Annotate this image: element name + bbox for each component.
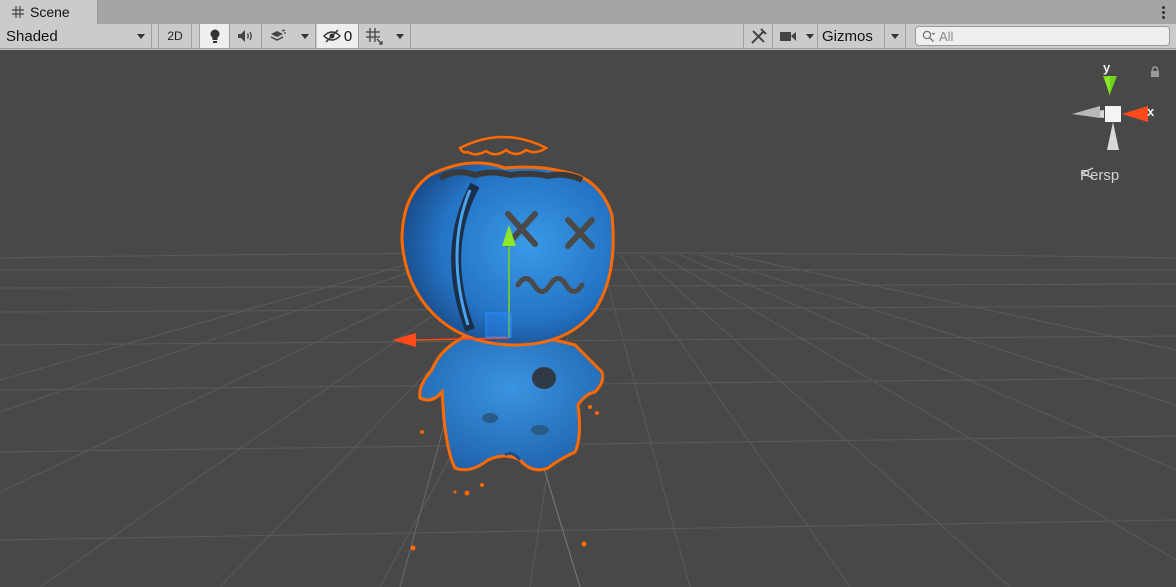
lightbulb-icon bbox=[210, 29, 219, 43]
tab-scene[interactable]: Scene bbox=[0, 0, 98, 24]
shading-mode-dropdown[interactable]: Shaded bbox=[0, 24, 152, 48]
effects-toggle-button[interactable] bbox=[262, 24, 294, 48]
shading-mode-value: Shaded bbox=[6, 27, 58, 45]
speaker-icon bbox=[237, 30, 252, 42]
axis-x-label: x bbox=[1147, 104, 1155, 119]
hidden-objects-toggle[interactable]: 0 bbox=[317, 24, 359, 48]
gizmos-dropdown[interactable] bbox=[884, 24, 906, 48]
2d-label: 2D bbox=[167, 29, 183, 43]
effects-dropdown[interactable] bbox=[294, 24, 316, 48]
camera-icon bbox=[780, 32, 796, 41]
eye-slash-icon bbox=[322, 29, 341, 43]
2d-toggle-button[interactable]: 2D bbox=[158, 24, 192, 48]
chevron-down-icon bbox=[137, 33, 145, 39]
search-icon bbox=[922, 30, 935, 42]
gizmos-label: Gizmos bbox=[822, 27, 873, 45]
layers-icon bbox=[270, 29, 286, 41]
projection-toggle[interactable]: Persp bbox=[1080, 167, 1119, 184]
hidden-objects-count: 0 bbox=[343, 27, 353, 45]
chevron-down-icon bbox=[891, 33, 899, 39]
scene-canvas: y x bbox=[0, 60, 1176, 587]
chevron-down-icon bbox=[395, 33, 404, 39]
grid-icon bbox=[12, 6, 24, 18]
chevron-down-icon bbox=[300, 33, 309, 39]
grid-snap-icon bbox=[366, 28, 383, 45]
orientation-gizmo[interactable]: y x bbox=[1072, 60, 1155, 150]
scene-tools-button[interactable] bbox=[743, 24, 773, 48]
lighting-toggle-button[interactable] bbox=[199, 24, 230, 48]
gizmos-button[interactable]: Gizmos bbox=[818, 24, 884, 48]
tab-bar: Scene bbox=[0, 0, 1176, 25]
axis-y-label: y bbox=[1103, 60, 1111, 75]
audio-toggle-button[interactable] bbox=[230, 24, 262, 48]
scene-search-field[interactable]: All bbox=[915, 26, 1170, 46]
perspective-icon bbox=[1080, 167, 1094, 179]
scene-camera-dropdown[interactable] bbox=[802, 24, 818, 48]
search-placeholder: All bbox=[939, 28, 954, 44]
scene-camera-button[interactable] bbox=[774, 24, 802, 48]
chevron-down-icon bbox=[805, 33, 814, 39]
halo bbox=[458, 135, 549, 156]
tools-icon bbox=[750, 27, 767, 44]
grid-snap-button[interactable] bbox=[359, 24, 389, 48]
tab-label: Scene bbox=[30, 4, 70, 20]
grid-snap-dropdown[interactable] bbox=[389, 24, 411, 48]
window-menu-icon[interactable] bbox=[1158, 3, 1168, 21]
scene-viewport[interactable]: y x Persp bbox=[0, 50, 1176, 587]
